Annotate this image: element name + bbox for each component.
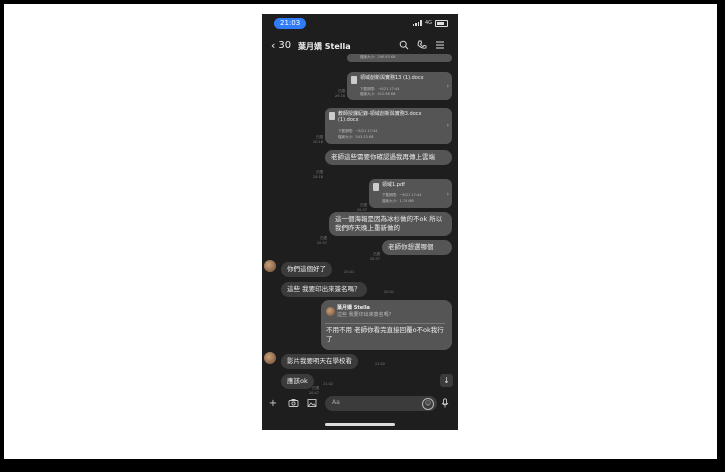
reply-text: 不用不用 老師你看完直接回覆o不ok我行了: [326, 326, 444, 343]
status-bar: 21:03 4G: [262, 14, 458, 32]
emoji-icon[interactable]: ☺: [422, 398, 434, 410]
file-message[interactable]: 教師授課紀錄-領域創新與實務3.docx (1).docx 下載期限：~6/21…: [325, 108, 452, 144]
file-name: 教師授課紀錄-領域創新與實務3.docx (1).docx: [338, 111, 422, 123]
camera-icon[interactable]: [287, 398, 299, 410]
file-size: 檔案大小：543.33 KB: [338, 135, 374, 139]
file-message[interactable]: 領域創新與實務13 (1).docx 下載期限：~6/21 17:44 檔案大小…: [347, 72, 452, 100]
reply-message[interactable]: 葉月嬌 Stella 這些 我要印出來簽名嗎？ 不用不用 老師你看完直接回覆o不…: [321, 300, 452, 350]
incoming-message[interactable]: 這些 我要印出來簽名嗎？: [281, 282, 367, 297]
image-icon[interactable]: [306, 398, 318, 410]
plus-icon[interactable]: +: [267, 398, 279, 410]
document-icon: [329, 112, 335, 120]
chevron-right-icon: ›: [446, 83, 449, 91]
message-time: 20:37: [316, 240, 327, 245]
message-time: 20:18: [334, 93, 345, 98]
file-name: 領域創新與實務13 (1).docx: [360, 75, 424, 81]
input-placeholder: Aa: [332, 399, 340, 406]
phone-screen: 21:03 4G ‹ 30 葉月嬌 Stella 檔案大小：290.93 KB: [262, 14, 458, 430]
message-time: 20:37: [369, 256, 380, 261]
chevron-right-icon: ›: [446, 122, 449, 130]
quoted-sender: 葉月嬌 Stella: [337, 305, 370, 311]
message-meta: 已讀 20:37: [363, 252, 380, 261]
signal-icon: [412, 20, 422, 26]
message-time: 20:18: [312, 139, 323, 144]
file-expiry: 下載期限：~6/21 17:44: [360, 87, 400, 91]
message-meta: 已讀 20:18: [306, 170, 323, 179]
message-time: 20:18: [312, 174, 323, 179]
avatar[interactable]: [264, 352, 276, 364]
message-time: 20:41: [384, 290, 395, 294]
back-count: 30: [278, 40, 292, 51]
phone-icon[interactable]: [416, 40, 428, 52]
battery-icon: [435, 19, 448, 27]
chevron-left-icon: ‹: [271, 39, 276, 52]
input-bar: + Aa ☺: [262, 394, 458, 414]
incoming-message[interactable]: 你們這個好了: [281, 262, 332, 277]
quoted-text: 這些 我要印出來簽名嗎？: [337, 312, 394, 318]
message-input[interactable]: Aa ☺: [325, 396, 437, 411]
chat-title: 葉月嬌 Stella: [298, 42, 351, 51]
file-message[interactable]: 檔案大小：290.93 KB: [347, 54, 452, 62]
message-meta: 已讀 20:37: [310, 236, 327, 245]
file-expiry: 下載期限：~6/21 17:44: [338, 129, 378, 133]
avatar[interactable]: [264, 260, 276, 272]
system-indicators: 4G: [412, 19, 448, 27]
message-list[interactable]: 檔案大小：290.93 KB 已讀 20:18 領域創新與實務13 (1).do…: [262, 54, 458, 395]
home-indicator: [325, 423, 395, 426]
microphone-icon[interactable]: [439, 398, 451, 410]
file-size: 檔案大小：290.93 KB: [360, 55, 396, 59]
message-meta: 已讀 20:18: [328, 89, 345, 98]
search-icon[interactable]: [398, 40, 410, 52]
quoted-avatar: [326, 307, 335, 316]
status-time: 21:03: [274, 18, 307, 29]
message-time: 20:41: [344, 270, 355, 274]
message-time: 21:02: [323, 382, 334, 386]
outgoing-message[interactable]: 老師這些需要你確認過我再傳上雲端: [325, 150, 452, 165]
back-button[interactable]: ‹ 30: [271, 40, 291, 52]
message-meta: 已讀 20:37: [350, 203, 367, 212]
file-size: 檔案大小：412.96 KB: [360, 92, 396, 96]
pdf-icon: [373, 183, 379, 191]
scroll-down-button[interactable]: ↓: [440, 374, 453, 387]
file-size: 檔案大小：1.74 MB: [382, 199, 414, 203]
quoted-message[interactable]: 葉月嬌 Stella 這些 我要印出來簽名嗎？: [325, 303, 445, 324]
message-time: 21:02: [375, 362, 386, 366]
incoming-message[interactable]: 影片我要明天在學校看: [281, 354, 358, 369]
file-expiry: 下載期限：~6/21 17:44: [382, 193, 422, 197]
network-label: 4G: [424, 20, 432, 26]
file-name: 領域1.pdf: [382, 182, 405, 188]
file-message[interactable]: 領域1.pdf 下載期限：~6/21 17:44 檔案大小：1.74 MB ›: [369, 179, 452, 208]
document-icon: [351, 76, 357, 84]
outgoing-message[interactable]: 老師你想選哪個: [382, 240, 452, 255]
incoming-message[interactable]: 應該ok: [281, 374, 314, 389]
chevron-right-icon: ›: [446, 190, 449, 198]
menu-icon[interactable]: [434, 40, 446, 52]
message-meta: 已讀 20:18: [306, 135, 323, 144]
outgoing-message[interactable]: 這一個海報是因為冰杉做的不ok 所以我們昨天晚上重新做的: [329, 212, 452, 236]
